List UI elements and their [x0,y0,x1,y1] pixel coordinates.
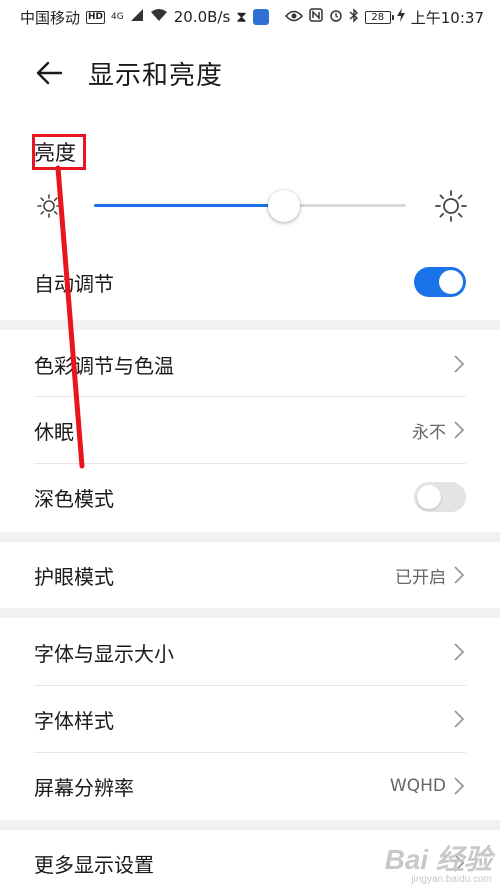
brightness-slider[interactable] [94,186,406,226]
annotation-highlight-box [32,134,86,170]
hourglass-icon: ⧗ [236,7,247,26]
row-right [452,708,466,730]
row-right [452,353,466,375]
section-gap [0,320,500,330]
dark-mode-label: 深色模式 [34,486,114,511]
brightness-slider-row [30,186,470,226]
row-right: 永不 [412,418,466,443]
charging-icon [396,8,405,26]
nfc-icon [309,8,323,26]
chevron-right-icon [452,775,466,797]
sleep-value: 永不 [412,422,446,443]
signal-icon [130,8,144,26]
font-size-label: 字体与显示大小 [34,641,174,666]
eye-comfort-label: 护眼模式 [34,564,114,589]
status-bar: 中国移动 HD 4G 20.0B/s ⧗ 28 上午10:37 [0,0,500,34]
dark-mode-toggle[interactable] [414,482,466,512]
wifi-icon [150,8,168,26]
chevron-right-icon [452,641,466,663]
sleep-row[interactable]: 休眠 永不 [0,397,500,463]
row-right: 已开启 [395,563,466,588]
section-gap [0,608,500,618]
page-title: 显示和亮度 [88,60,224,91]
status-bar-left: 中国移动 HD 4G 20.0B/s ⧗ [20,7,269,28]
auto-adjust-toggle[interactable] [414,267,466,297]
eye-icon [284,8,303,26]
app-notification-icon [252,9,269,25]
toggle-knob [439,270,463,294]
chevron-right-icon [452,852,466,874]
back-arrow-icon[interactable] [34,58,64,88]
network-type: 4G [111,12,124,22]
eye-comfort-value: 已开启 [395,567,446,588]
color-temperature-row[interactable]: 色彩调节与色温 [0,332,500,396]
slider-fill [94,204,285,207]
screen-resolution-label: 屏幕分辨率 [34,775,134,800]
more-display-settings-label: 更多显示设置 [34,852,154,877]
status-bar-right: 28 上午10:37 [284,7,484,28]
app-header: 显示和亮度 [0,40,500,106]
chevron-right-icon [452,564,466,586]
font-style-row[interactable]: 字体样式 [0,686,500,752]
font-style-label: 字体样式 [34,708,114,733]
screen-resolution-value: WQHD [389,776,446,796]
sleep-label: 休眠 [34,419,74,444]
chevron-right-icon [452,708,466,730]
toggle-knob [417,485,441,509]
color-temperature-label: 色彩调节与色温 [34,353,174,378]
section-gap [0,532,500,542]
carrier-name: 中国移动 [20,8,81,27]
screen-resolution-row[interactable]: 屏幕分辨率 WQHD [0,753,500,819]
brightness-high-icon [432,187,470,225]
clock-time: 上午10:37 [410,8,484,27]
auto-adjust-row[interactable]: 自动调节 [0,250,500,314]
chevron-right-icon [452,419,466,441]
more-display-settings-row[interactable]: 更多显示设置 [0,832,500,889]
brightness-low-icon [30,187,68,225]
section-gap [0,820,500,830]
eye-comfort-row[interactable]: 护眼模式 已开启 [0,543,500,607]
row-right: WQHD [390,775,466,797]
row-right [452,641,466,663]
auto-adjust-label: 自动调节 [34,271,114,296]
dark-mode-row[interactable]: 深色模式 [0,464,500,530]
hd-badge: HD [86,10,106,24]
bluetooth-icon [349,8,359,26]
font-size-row[interactable]: 字体与显示大小 [0,620,500,684]
slider-thumb[interactable] [268,190,301,222]
chevron-right-icon [452,353,466,375]
battery-icon: 28 [364,10,394,24]
row-right [452,852,466,874]
alarm-icon [329,8,343,26]
network-speed: 20.0B/s [173,8,231,26]
